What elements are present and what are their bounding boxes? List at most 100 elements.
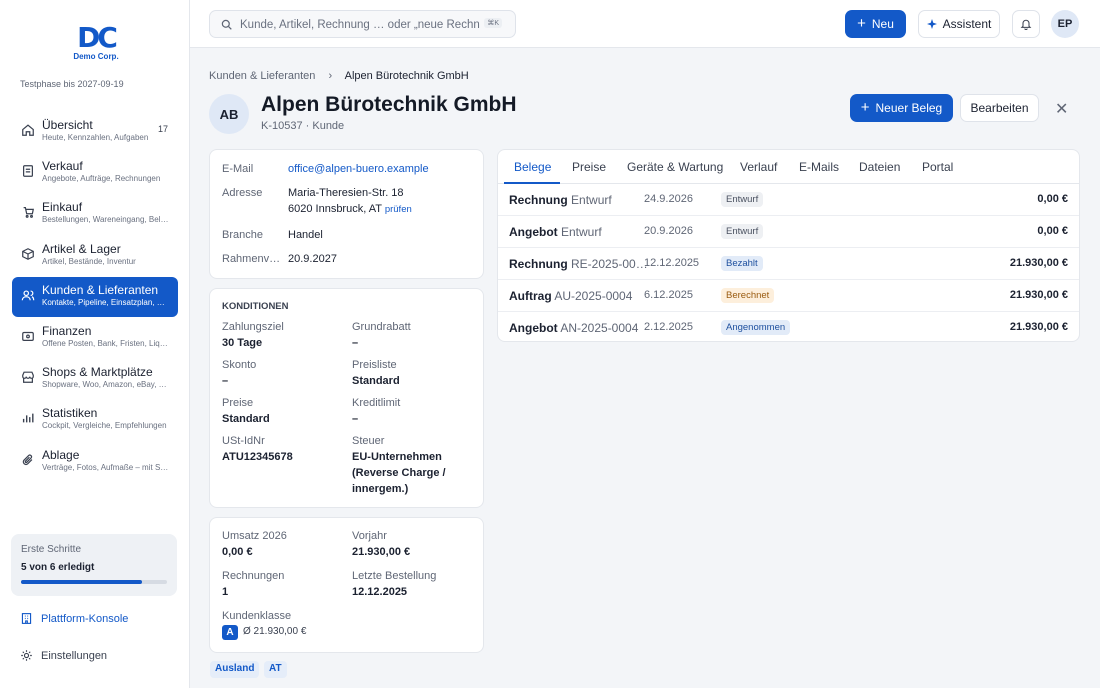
invoices-label: Rechnungen xyxy=(222,570,285,582)
new-button-label: Neu xyxy=(871,17,894,31)
sidebar-item-uebersicht[interactable]: Übersicht Heute, Kennzahlen, Aufgaben 17 xyxy=(12,112,178,152)
tab-bar: Belege Preise Geräte & Wartung Verlauf E… xyxy=(498,150,1079,184)
shop-icon xyxy=(22,371,34,383)
sidebar-item-sub: Bestellungen, Wareneingang, Belege xyxy=(42,215,170,225)
sidebar-item-ablage[interactable]: Ablage Verträge, Fotos, Aufmaße – mit Su… xyxy=(12,442,178,482)
document-title: Angebot AN-2025-0004 xyxy=(509,321,638,335)
verify-address-link[interactable]: prüfen xyxy=(385,204,412,215)
sidebar-item-shops[interactable]: Shops & Marktplätze Shopware, Woo, Amazo… xyxy=(12,359,178,399)
new-document-label: Neuer Beleg xyxy=(875,101,943,115)
search-icon xyxy=(221,19,232,30)
tab-belege[interactable]: Belege xyxy=(514,160,551,174)
tag-at[interactable]: AT xyxy=(264,661,287,678)
tab-emails[interactable]: E-Mails xyxy=(799,160,839,174)
tag-ausland[interactable]: Ausland xyxy=(210,661,260,678)
document-row[interactable]: Angebot AN-2025-0004 2.12.2025 Angenomme… xyxy=(498,312,1079,341)
document-number: AU-2025-0004 xyxy=(554,289,633,303)
prev-year-value: 21.930,00 € xyxy=(352,546,411,558)
sidebar-item-sub: Shopware, Woo, Amazon, eBay, Kaufland xyxy=(42,380,170,390)
document-title: Rechnung RE-2025-00… xyxy=(509,257,648,271)
document-row[interactable]: Auftrag AU-2025-0004 6.12.2025 Berechnet… xyxy=(498,280,1079,312)
tab-verlauf[interactable]: Verlauf xyxy=(740,160,777,174)
sales-stats-card: Umsatz 2026 0,00 € Vorjahr 21.930,00 € R… xyxy=(209,517,484,653)
platform-console-link[interactable]: Plattform-Konsole xyxy=(20,612,128,625)
document-amount: 0,00 € xyxy=(1037,225,1068,237)
tax-value-line-1: EU-Unternehmen xyxy=(352,451,442,463)
onboarding-progress-card[interactable]: Erste Schritte 5 von 6 erledigt xyxy=(11,534,177,596)
prices-label: Preise xyxy=(222,397,254,409)
customer-class-badge: A xyxy=(222,625,238,640)
customer-class-average: Ø 21.930,00 € xyxy=(243,626,307,637)
breadcrumb-parent[interactable]: Kunden & Lieferanten xyxy=(209,70,315,82)
document-title: Angebot Entwurf xyxy=(509,225,602,239)
document-row[interactable]: Rechnung RE-2025-00… 12.12.2025 Bezahlt … xyxy=(498,248,1079,280)
tab-portal[interactable]: Portal xyxy=(922,160,953,174)
document-row[interactable]: Rechnung Entwurf 24.9.2026 Entwurf 0,00 … xyxy=(498,184,1079,216)
users-icon xyxy=(21,290,35,301)
customer-subtitle: K-10537 · Kunde xyxy=(261,120,345,132)
sparkle-icon xyxy=(926,19,937,29)
logo-mark: DC xyxy=(77,21,118,54)
sidebar-item-sub: Angebote, Aufträge, Rechnungen xyxy=(42,174,161,184)
email-link[interactable]: office@alpen-buero.example xyxy=(288,163,429,175)
page-title: Alpen Bürotechnik GmbH xyxy=(261,93,517,116)
sidebar-item-kunden[interactable]: Kunden & Lieferanten Kontakte, Pipeline,… xyxy=(12,276,178,317)
pricelist-label: Preisliste xyxy=(352,359,397,371)
document-number: RE-2025-00… xyxy=(571,257,648,271)
sidebar-item-label: Verkauf xyxy=(42,159,83,174)
sidebar-item-artikel[interactable]: Artikel & Lager Artikel, Bestände, Inven… xyxy=(12,236,178,276)
home-icon xyxy=(22,124,34,136)
tab-dateien[interactable]: Dateien xyxy=(859,160,900,174)
shortcut-hint: ⌘K xyxy=(484,18,502,28)
onboarding-title: Erste Schritte xyxy=(21,544,82,555)
sidebar-item-label: Artikel & Lager xyxy=(42,241,121,256)
sidebar-item-statistiken[interactable]: Statistiken Cockpit, Vergleiche, Empfehl… xyxy=(12,400,178,440)
address-line-2: 6020 Innsbruck, AT prüfen xyxy=(288,203,412,215)
assistant-button-label: Assistent xyxy=(942,17,992,31)
company-logo[interactable]: DC Demo Corp. xyxy=(70,24,122,64)
status-badge: Bezahlt xyxy=(721,256,763,271)
search-input[interactable] xyxy=(240,16,480,34)
document-row[interactable]: Angebot Entwurf 20.9.2026 Entwurf 0,00 € xyxy=(498,216,1079,248)
status-badge: Berechnet xyxy=(721,288,775,303)
new-document-button[interactable]: + Neuer Beleg xyxy=(850,94,953,122)
credit-value: – xyxy=(352,413,359,425)
skonto-value: – xyxy=(222,375,229,387)
document-number: Entwurf xyxy=(571,193,612,207)
settings-label: Einstellungen xyxy=(41,649,108,662)
conditions-title: KONDITIONEN xyxy=(222,301,289,312)
cart-icon xyxy=(23,207,34,219)
invoices-value: 1 xyxy=(222,586,229,598)
assistant-button[interactable]: Assistent xyxy=(918,10,1000,38)
sidebar-item-verkauf[interactable]: Verkauf Angebote, Aufträge, Rechnungen xyxy=(12,153,178,193)
sidebar-item-sub: Artikel, Bestände, Inventur xyxy=(42,256,136,266)
breadcrumb: Kunden & Lieferanten › Alpen Bürotechnik… xyxy=(209,70,469,82)
branch-value: Handel xyxy=(288,229,323,241)
user-avatar[interactable]: EP xyxy=(1051,10,1079,38)
notifications-button[interactable] xyxy=(1012,10,1040,38)
sidebar-item-einkauf[interactable]: Einkauf Bestellungen, Wareneingang, Bele… xyxy=(12,194,178,234)
document-title: Rechnung Entwurf xyxy=(509,193,612,207)
tab-preise[interactable]: Preise xyxy=(572,160,606,174)
sidebar-item-finanzen[interactable]: Finanzen Offene Posten, Bank, Fristen, L… xyxy=(12,318,178,358)
paperclip-icon xyxy=(22,454,33,465)
address-label: Adresse xyxy=(222,187,263,199)
document-type: Rechnung xyxy=(509,257,568,271)
global-search[interactable]: ⌘K xyxy=(209,10,516,38)
sidebar-item-sub: Heute, Kennzahlen, Aufgaben xyxy=(42,133,149,142)
chart-icon xyxy=(22,413,34,423)
logo-company-name: Demo Corp. xyxy=(73,52,119,61)
close-icon[interactable]: ✕ xyxy=(1055,99,1068,119)
settings-link[interactable]: Einstellungen xyxy=(20,649,107,662)
vat-label: USt-IdNr xyxy=(222,435,265,447)
bell-icon xyxy=(1020,19,1032,30)
edit-button[interactable]: Bearbeiten xyxy=(960,94,1039,122)
document-amount: 21.930,00 € xyxy=(1009,321,1068,333)
onboarding-progress-bar xyxy=(21,580,167,584)
last-order-value: 12.12.2025 xyxy=(352,586,408,598)
payment-value: 30 Tage xyxy=(222,337,263,349)
new-button[interactable]: + Neu xyxy=(845,10,906,38)
tab-geraete-wartung[interactable]: Geräte & Wartung xyxy=(627,160,723,174)
prices-value: Standard xyxy=(222,413,270,425)
platform-console-label: Plattform-Konsole xyxy=(41,612,129,625)
